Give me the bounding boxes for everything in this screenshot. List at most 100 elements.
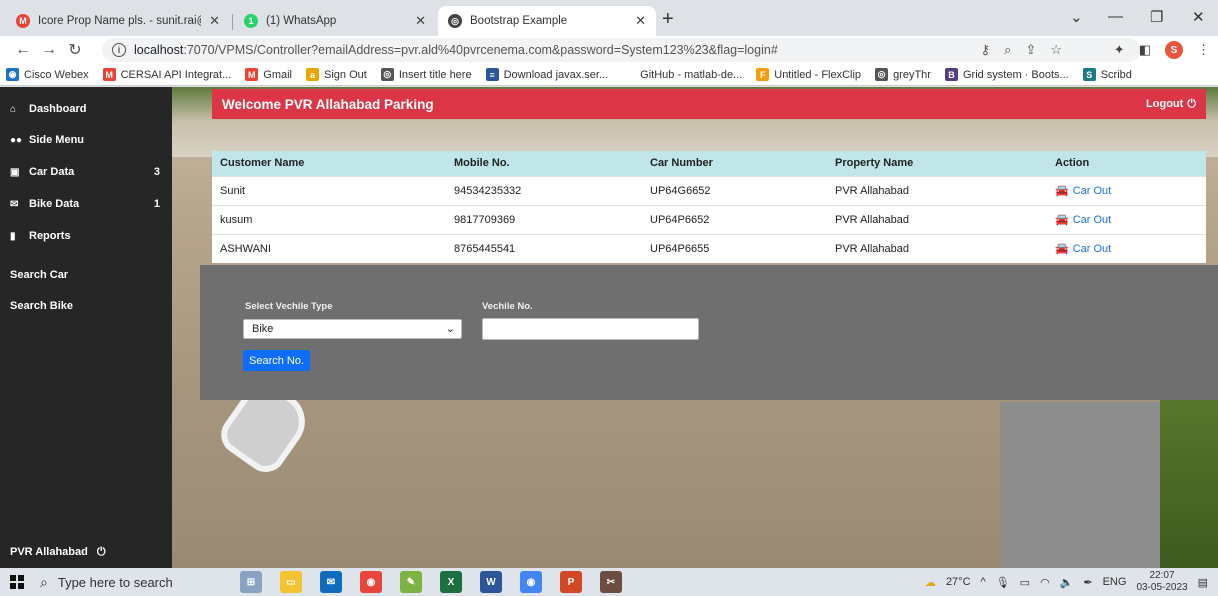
sidebar-item-label: Side Menu (29, 134, 85, 146)
sidebar-item-search-car[interactable]: Search Car (10, 269, 160, 281)
share-icon[interactable]: ⇪ (1025, 42, 1036, 58)
bookmark-grid-system[interactable]: B Grid system · Boots... (944, 68, 1069, 81)
bookmark-download-javax[interactable]: ≡ Download javax.ser... (485, 68, 608, 81)
file-explorer-icon[interactable]: ▭ (280, 571, 302, 593)
pen-icon[interactable]: ✒ (1083, 576, 1092, 589)
car-out-link[interactable]: 🚘 Car Out (1055, 242, 1111, 256)
sidebar-item-label: Dashboard (29, 103, 87, 115)
search-number-button[interactable]: Search No. (243, 350, 311, 371)
document-icon: ≡ (485, 68, 499, 81)
taskbar-search-placeholder: Type here to search (57, 574, 173, 590)
new-tab-button[interactable]: + (662, 9, 674, 29)
key-icon[interactable]: ⚷ (981, 42, 991, 58)
notifications-icon[interactable]: ▤ (1198, 576, 1208, 589)
taskbar-search[interactable]: ⌕ Type here to search (40, 572, 173, 592)
bookmark-github[interactable]: GitHub - matlab-de... (622, 68, 742, 81)
sidebar-item-label: Car Data (29, 166, 75, 178)
close-icon[interactable]: ✕ (635, 13, 646, 29)
tab-gmail[interactable]: M Icore Prop Name pls. - sunit.rai@ ✕ (6, 6, 230, 36)
bookmark-sign-out[interactable]: a Sign Out (306, 68, 367, 81)
excel-icon[interactable]: X (440, 571, 462, 593)
sidebar-item-side-menu[interactable]: ●● Side Menu (10, 134, 160, 146)
sidebar-item-car-data[interactable]: ▣ Car Data 3 (10, 166, 160, 178)
powerpoint-icon[interactable]: P (560, 571, 582, 593)
minimize-button[interactable]: — (1108, 8, 1123, 25)
battery-icon[interactable]: ▭ (1020, 576, 1030, 589)
notepad-icon[interactable]: ✎ (400, 571, 422, 593)
bookmark-cersai[interactable]: M CERSAI API Integrat... (102, 68, 232, 81)
browser-toolbar: ← → ↻ i localhost :7070/VPMS/Controller?… (0, 36, 1218, 64)
address-bar[interactable]: i localhost :7070/VPMS/Controller?emailA… (102, 38, 1140, 62)
sidebar-footer[interactable]: PVR Allahabad ⏻ (10, 546, 106, 559)
clock[interactable]: 22:07 03-05-2023 (1136, 570, 1187, 594)
car-icon: 🚘 (1055, 243, 1069, 256)
bookmark-label: Scribd (1100, 68, 1132, 81)
property-name: PVR Allahabad (10, 546, 88, 558)
restore-button[interactable]: ❐ (1150, 8, 1163, 26)
weather-temperature[interactable]: 27°C (946, 576, 971, 588)
windows-start-icon[interactable] (10, 575, 24, 589)
profile-avatar[interactable]: S (1165, 41, 1183, 59)
parking-table: Customer Name Mobile No. Car Number Prop… (212, 151, 1206, 263)
sidebar-item-reports[interactable]: ▮ Reports (10, 230, 160, 242)
chevron-down-icon: ⌄ (445, 323, 455, 335)
mail-app-icon[interactable]: ✉ (320, 571, 342, 593)
whatsapp-icon: 1 (244, 14, 258, 28)
bookmark-scribd[interactable]: S Scribd (1082, 68, 1132, 81)
vehicle-number-input[interactable] (482, 318, 699, 340)
sidebar-item-bike-data[interactable]: ✉ Bike Data 1 (10, 198, 160, 210)
zoom-icon[interactable]: ⌕ (1004, 42, 1011, 58)
bookmark-flexclip[interactable]: F Untitled - FlexClip (756, 68, 861, 81)
chrome-profile-icon[interactable]: ◉ (520, 571, 542, 593)
bookmark-label: Cisco Webex (24, 68, 89, 81)
language-indicator[interactable]: ENG (1103, 576, 1127, 588)
sidebar-item-search-bike[interactable]: Search Bike (10, 300, 160, 312)
logout-label: Logout (1146, 98, 1184, 110)
menu-kebab-icon[interactable]: ⋮ (1197, 42, 1210, 58)
forward-icon[interactable]: → (36, 41, 62, 59)
tray-overflow-icon[interactable]: ^ (981, 576, 986, 588)
star-icon[interactable]: ☆ (1050, 42, 1062, 58)
car-out-link[interactable]: 🚘 Car Out (1055, 184, 1111, 198)
bookmark-label: Gmail (263, 68, 293, 81)
tab-search-chevron-icon[interactable]: ⌄ (1070, 8, 1083, 26)
close-icon[interactable]: ✕ (209, 13, 220, 29)
task-view-icon[interactable]: ⊞ (240, 571, 262, 593)
wifi-icon[interactable]: ◠ (1040, 576, 1050, 589)
sidebar-item-dashboard[interactable]: ⌂ Dashboard (10, 103, 160, 115)
clock-time: 22:07 (1149, 570, 1175, 581)
logout-button[interactable]: Logout ⏻ (1146, 98, 1196, 111)
microphone-icon[interactable]: 🎙 (996, 576, 1010, 589)
bookmark-gmail[interactable]: M Gmail (245, 68, 292, 81)
car-out-link[interactable]: 🚘 Car Out (1055, 213, 1111, 227)
sidepanel-icon[interactable]: ◧ (1139, 42, 1151, 58)
volume-icon[interactable]: 🔈 (1060, 576, 1074, 589)
customer-name-cell: ASHWANI (212, 233, 446, 263)
vehicle-number-label: Vechile No. (482, 301, 533, 312)
bookmark-label: Grid system · Boots... (962, 68, 1069, 81)
power-icon: ⏻ (1187, 97, 1196, 110)
bookmark-label: Sign Out (324, 68, 367, 81)
bookmark-insert-title[interactable]: ◎ Insert title here (380, 68, 472, 81)
chrome-icon[interactable]: ◉ (360, 571, 382, 593)
info-icon[interactable]: i (112, 43, 126, 57)
tab-bootstrap-example[interactable]: ◎ Bootstrap Example ✕ (438, 6, 656, 36)
tab-whatsapp[interactable]: 1 (1) WhatsApp ✕ (234, 6, 436, 36)
bar-chart-icon: ▮ (10, 230, 16, 242)
bookmark-label: CERSAI API Integrat... (120, 68, 232, 81)
extensions-icon[interactable]: ✦ (1114, 42, 1125, 58)
close-window-button[interactable]: ✕ (1192, 8, 1205, 26)
back-icon[interactable]: ← (10, 41, 36, 59)
close-icon[interactable]: ✕ (415, 13, 426, 29)
weather-icon[interactable]: ☁ (925, 576, 936, 589)
mobile-cell: 8765445541 (446, 233, 642, 263)
bookmark-greythr[interactable]: ◎ greyThr (875, 68, 931, 81)
word-icon[interactable]: W (480, 571, 502, 593)
bookmark-cisco-webex[interactable]: ◉ Cisco Webex (6, 68, 89, 81)
car-icon: 🚘 (1055, 214, 1069, 226)
vehicle-type-select[interactable]: Bike ⌄ (243, 319, 462, 339)
power-icon[interactable]: ⏻ (97, 546, 106, 558)
flexclip-icon: F (756, 68, 770, 81)
snipping-tool-icon[interactable]: ✂ (600, 571, 622, 593)
reload-icon[interactable]: ↻ (62, 40, 88, 60)
